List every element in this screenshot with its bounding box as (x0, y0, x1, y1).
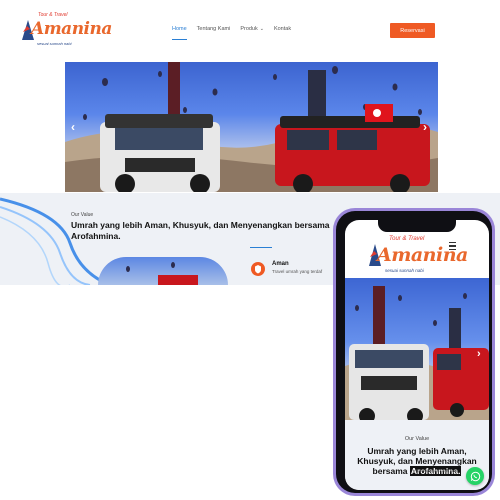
nav-item-tentang-kami[interactable]: Tentang Kami (197, 26, 231, 40)
main-nav: Home Tentang Kami Produk ⌄ Kontak (172, 26, 291, 40)
site-logo[interactable]: Tour & Travel Amanina sesuai sunnah nabi (20, 12, 112, 50)
nav-item-home[interactable]: Home (172, 26, 187, 40)
values-headline: Umrah yang lebih Aman, Khusyuk, dan Meny… (71, 220, 330, 241)
whatsapp-icon[interactable] (466, 467, 484, 485)
mobile-logo-script-line: sesuai sunnah nabi (385, 268, 424, 273)
mobile-values-overline: Our Value (404, 436, 430, 442)
chevron-right-icon[interactable]: › (477, 348, 481, 360)
mobile-logo[interactable]: Tour & Travel Amanina sesuai sunnah nabi (365, 234, 468, 280)
shield-icon (251, 262, 265, 276)
nav-item-produk-label: Produk (240, 26, 258, 32)
mobile-hero-slider: › (345, 278, 489, 420)
nav-item-produk[interactable]: Produk ⌄ (240, 26, 264, 40)
chevron-down-icon: ⌄ (259, 26, 264, 32)
reservasi-button[interactable]: Reservasi (390, 23, 435, 38)
nav-item-kontak[interactable]: Kontak (274, 26, 291, 40)
phone-mockup: Tour & Travel Amanina sesuai sunnah nabi (333, 208, 495, 496)
logo-wordmark: Amanina (31, 19, 112, 39)
hero-photo (65, 62, 438, 192)
logo-tagline: Tour & Travel (38, 12, 68, 18)
phone-notch (378, 220, 456, 232)
values-image (98, 257, 228, 285)
phone-bezel: Tour & Travel Amanina sesuai sunnah nabi (336, 211, 492, 493)
chat-hint: Butuh bantuan? Chat kami (416, 469, 458, 473)
value-title-aman: Aman (272, 261, 289, 267)
hamburger-icon[interactable] (449, 242, 456, 250)
phone-screen: Tour & Travel Amanina sesuai sunnah nabi (345, 220, 489, 490)
values-divider (250, 247, 272, 248)
values-overline: Our Value (71, 212, 94, 218)
site-header: Tour & Travel Amanina sesuai sunnah nabi… (0, 0, 500, 62)
logo-script-line: sesuai sunnah nabi (37, 41, 72, 46)
mobile-hero-photo (345, 286, 489, 420)
chevron-right-icon[interactable]: › (423, 120, 427, 134)
mobile-logo-tagline: Tour & Travel (389, 236, 425, 242)
value-desc-aman: Travel umrah yang terdaf (272, 269, 323, 274)
hero-slider: ‹ › (65, 62, 438, 192)
chevron-left-icon[interactable]: ‹ (71, 120, 75, 134)
